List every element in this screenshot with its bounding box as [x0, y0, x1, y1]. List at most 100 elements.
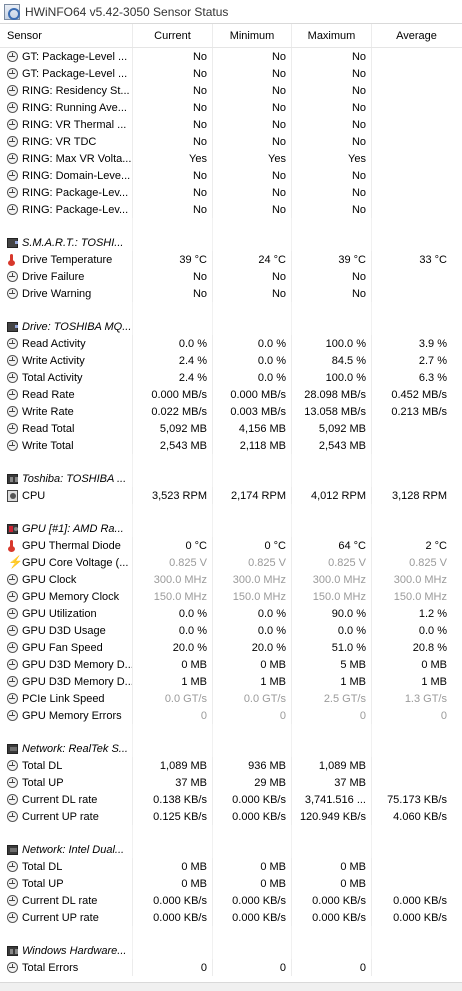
group-header-row[interactable]: GPU [#1]: AMD Ra...	[0, 520, 462, 537]
column-header-average[interactable]: Average	[372, 24, 461, 47]
sensor-row[interactable]: Current UP rate 0.000 KB/s 0.000 KB/s 0.000…	[0, 909, 462, 926]
sensor-row[interactable]: GPU Fan Speed 20.0 % 20.0 % 51.0 % 20.8 %	[0, 639, 462, 656]
sensor-row[interactable]: CPU 3,523 RPM 2,174 RPM 4,012 RPM 3,128 RPM	[0, 487, 462, 504]
sensor-row[interactable]: ⚡ GPU Core Voltage (... 0.825 V 0.825 V 0.82…	[0, 554, 462, 571]
clock-icon	[7, 710, 18, 721]
sensor-name-cell: PCIe Link Speed	[0, 690, 133, 707]
group-header-row[interactable]: Toshiba: TOSHIBA ...	[0, 470, 462, 487]
average-value	[372, 82, 461, 99]
current-value: 300.0 MHz	[133, 571, 213, 588]
group-header-row[interactable]: S.M.A.R.T.: TOSHI...	[0, 234, 462, 251]
sensor-name-cell: GT: Package-Level ...	[0, 65, 133, 82]
sensor-row[interactable]: Current DL rate 0.000 KB/s 0.000 KB/s 0.000…	[0, 892, 462, 909]
sensor-row[interactable]: RING: Domain-Leve... No No No	[0, 167, 462, 184]
sensor-row[interactable]: RING: Running Ave... No No No	[0, 99, 462, 116]
sensor-row[interactable]: GPU Thermal Diode 0 °C 0 °C 64 °C 2 °C	[0, 537, 462, 554]
sensor-row[interactable]: RING: Package-Lev... No No No	[0, 184, 462, 201]
sensor-table[interactable]: Sensor Current Minimum Maximum Average G…	[0, 24, 462, 982]
sensor-row[interactable]: Total DL 0 MB 0 MB 0 MB	[0, 858, 462, 875]
sensor-row[interactable]: Drive Failure No No No	[0, 268, 462, 285]
maximum-value	[292, 841, 372, 858]
minimum-value: 24 °C	[213, 251, 292, 268]
sensor-row[interactable]: GT: Package-Level ... No No No	[0, 65, 462, 82]
column-header-minimum[interactable]: Minimum	[213, 24, 292, 47]
maximum-value: No	[292, 99, 372, 116]
empty-cell	[372, 504, 461, 520]
clock-icon	[7, 153, 18, 164]
app-icon	[4, 3, 20, 20]
current-value: 0.138 KB/s	[133, 791, 213, 808]
current-value: No	[133, 201, 213, 218]
sensor-row[interactable]: Total Errors 0 0 0	[0, 959, 462, 976]
sensor-row[interactable]: GPU Memory Errors 0 0 0 0	[0, 707, 462, 724]
minimum-value	[213, 942, 292, 959]
sensor-row[interactable]: Total UP 37 MB 29 MB 37 MB	[0, 774, 462, 791]
sensor-row[interactable]: GPU D3D Usage 0.0 % 0.0 % 0.0 % 0.0 %	[0, 622, 462, 639]
sensor-row[interactable]: RING: Max VR Volta... Yes Yes Yes	[0, 150, 462, 167]
sensor-row[interactable]: GPU D3D Memory D... 1 MB 1 MB 1 MB 1 MB	[0, 673, 462, 690]
clock-icon	[7, 271, 18, 282]
sensor-row[interactable]: Total Activity 2.4 % 0.0 % 100.0 % 6.3 %	[0, 369, 462, 386]
maximum-value: 4,012 RPM	[292, 487, 372, 504]
column-header-sensor[interactable]: Sensor	[0, 24, 133, 47]
sensor-row[interactable]: Read Activity 0.0 % 0.0 % 100.0 % 3.9 %	[0, 335, 462, 352]
maximum-value: 0.000 KB/s	[292, 909, 372, 926]
clock-icon	[7, 406, 18, 417]
sensor-row[interactable]: RING: Residency St... No No No	[0, 82, 462, 99]
empty-cell	[213, 302, 292, 318]
empty-cell	[292, 302, 372, 318]
group-header-row[interactable]: Network: RealTek S...	[0, 740, 462, 757]
column-header-maximum[interactable]: Maximum	[292, 24, 372, 47]
minimum-value: 150.0 MHz	[213, 588, 292, 605]
sensor-row[interactable]: Write Rate 0.022 MB/s 0.003 MB/s 13.058 MB/…	[0, 403, 462, 420]
sensor-name-cell: Write Activity	[0, 352, 133, 369]
maximum-value: Yes	[292, 150, 372, 167]
maximum-value: 84.5 %	[292, 352, 372, 369]
group-header-row[interactable]: Windows Hardware...	[0, 942, 462, 959]
average-value	[372, 201, 461, 218]
sensor-row[interactable]: Write Total 2,543 MB 2,118 MB 2,543 MB	[0, 437, 462, 454]
group-header-row[interactable]: Drive: TOSHIBA MQ...	[0, 318, 462, 335]
sensor-row[interactable]: Read Total 5,092 MB 4,156 MB 5,092 MB	[0, 420, 462, 437]
spacer-row	[0, 825, 462, 841]
sensor-row[interactable]: RING: VR TDC No No No	[0, 133, 462, 150]
empty-cell	[0, 724, 133, 740]
sensor-row[interactable]: Total UP 0 MB 0 MB 0 MB	[0, 875, 462, 892]
sensor-row[interactable]: Current UP rate 0.125 KB/s 0.000 KB/s 120.9…	[0, 808, 462, 825]
current-value: 1,089 MB	[133, 757, 213, 774]
sensor-row[interactable]: GPU Utilization 0.0 % 0.0 % 90.0 % 1.2 %	[0, 605, 462, 622]
sensor-name-cell: Drive Failure	[0, 268, 133, 285]
sensor-row[interactable]: Read Rate 0.000 MB/s 0.000 MB/s 28.098 MB/s…	[0, 386, 462, 403]
sensor-name: Write Total	[22, 439, 74, 452]
sensor-name: Write Rate	[22, 405, 74, 418]
sensor-row[interactable]: PCIe Link Speed 0.0 GT/s 0.0 GT/s 2.5 GT/s 1…	[0, 690, 462, 707]
current-value: 0	[133, 959, 213, 976]
clock-icon	[7, 51, 18, 62]
sensor-row[interactable]: Drive Temperature 39 °C 24 °C 39 °C 33 °C	[0, 251, 462, 268]
maximum-value	[292, 520, 372, 537]
sensor-row[interactable]: Write Activity 2.4 % 0.0 % 84.5 % 2.7 %	[0, 352, 462, 369]
sensor-row[interactable]: Drive Warning No No No	[0, 285, 462, 302]
empty-cell	[372, 218, 461, 234]
sensor-row[interactable]: RING: VR Thermal ... No No No	[0, 116, 462, 133]
column-header-current[interactable]: Current	[133, 24, 213, 47]
sensor-name-cell: Drive Temperature	[0, 251, 133, 268]
sensor-name: GPU Fan Speed	[22, 641, 103, 654]
sensor-row[interactable]: GPU Clock 300.0 MHz 300.0 MHz 300.0 MHz 300.…	[0, 571, 462, 588]
sensor-name: GPU Memory Errors	[22, 709, 122, 722]
sensor-row[interactable]: GPU Memory Clock 150.0 MHz 150.0 MHz 150.0 …	[0, 588, 462, 605]
group-header-row[interactable]: Network: Intel Dual...	[0, 841, 462, 858]
sensor-row[interactable]: Total DL 1,089 MB 936 MB 1,089 MB	[0, 757, 462, 774]
sensor-row[interactable]: GPU D3D Memory D... 0 MB 0 MB 5 MB 0 MB	[0, 656, 462, 673]
sensor-row[interactable]: Current DL rate 0.138 KB/s 0.000 KB/s 3,741…	[0, 791, 462, 808]
sensor-name: Windows Hardware...	[22, 944, 127, 957]
sensor-row[interactable]: GT: Package-Level ... No No No	[0, 48, 462, 65]
minimum-value	[213, 740, 292, 757]
maximum-value: 0.825 V	[292, 554, 372, 571]
maximum-value: 300.0 MHz	[292, 571, 372, 588]
sensor-name: RING: Domain-Leve...	[22, 169, 131, 182]
sensor-name: Total UP	[22, 776, 64, 789]
sensor-row[interactable]: RING: Package-Lev... No No No	[0, 201, 462, 218]
empty-cell	[133, 302, 213, 318]
sensor-name: GPU [#1]: AMD Ra...	[22, 522, 124, 535]
